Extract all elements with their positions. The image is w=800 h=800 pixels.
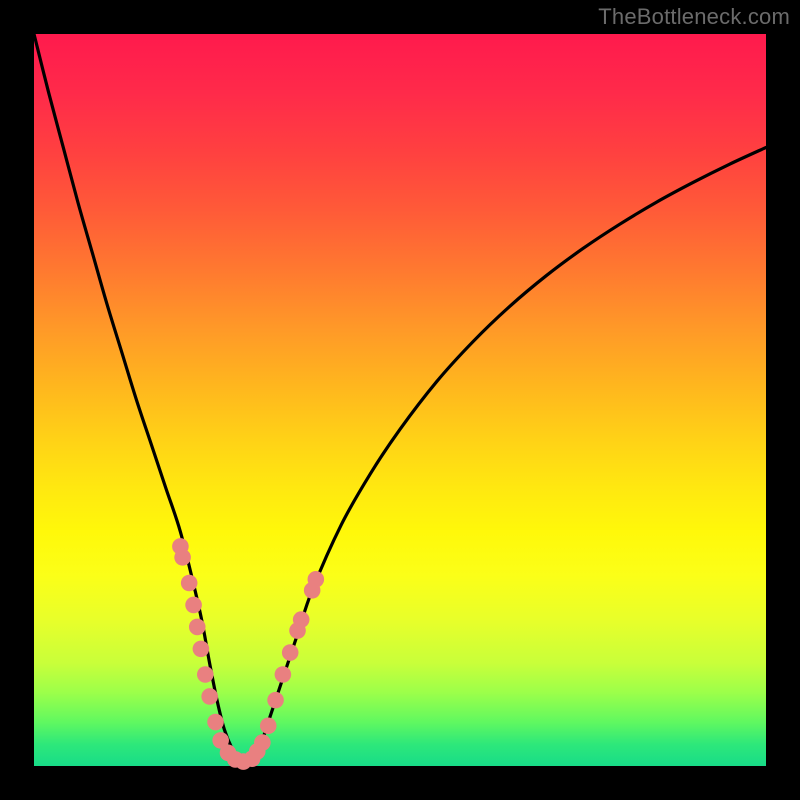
plot-area <box>34 34 766 766</box>
watermark-text: TheBottleneck.com <box>598 4 790 30</box>
data-dot <box>197 666 214 683</box>
chart-frame: TheBottleneck.com <box>0 0 800 800</box>
chart-svg <box>34 34 766 766</box>
data-dot <box>174 549 191 566</box>
data-dots <box>172 538 324 770</box>
data-dot <box>275 666 292 683</box>
data-dot <box>260 717 277 734</box>
data-dot <box>308 571 325 588</box>
data-dot <box>267 692 284 709</box>
data-dot <box>181 575 198 592</box>
data-dot <box>293 611 310 628</box>
data-dot <box>193 641 210 658</box>
data-dot <box>254 734 271 751</box>
bottleneck-curve <box>34 34 766 762</box>
data-dot <box>185 597 202 614</box>
data-dot <box>207 714 224 731</box>
data-dot <box>189 619 206 636</box>
data-dot <box>282 644 299 661</box>
data-dot <box>201 688 218 705</box>
